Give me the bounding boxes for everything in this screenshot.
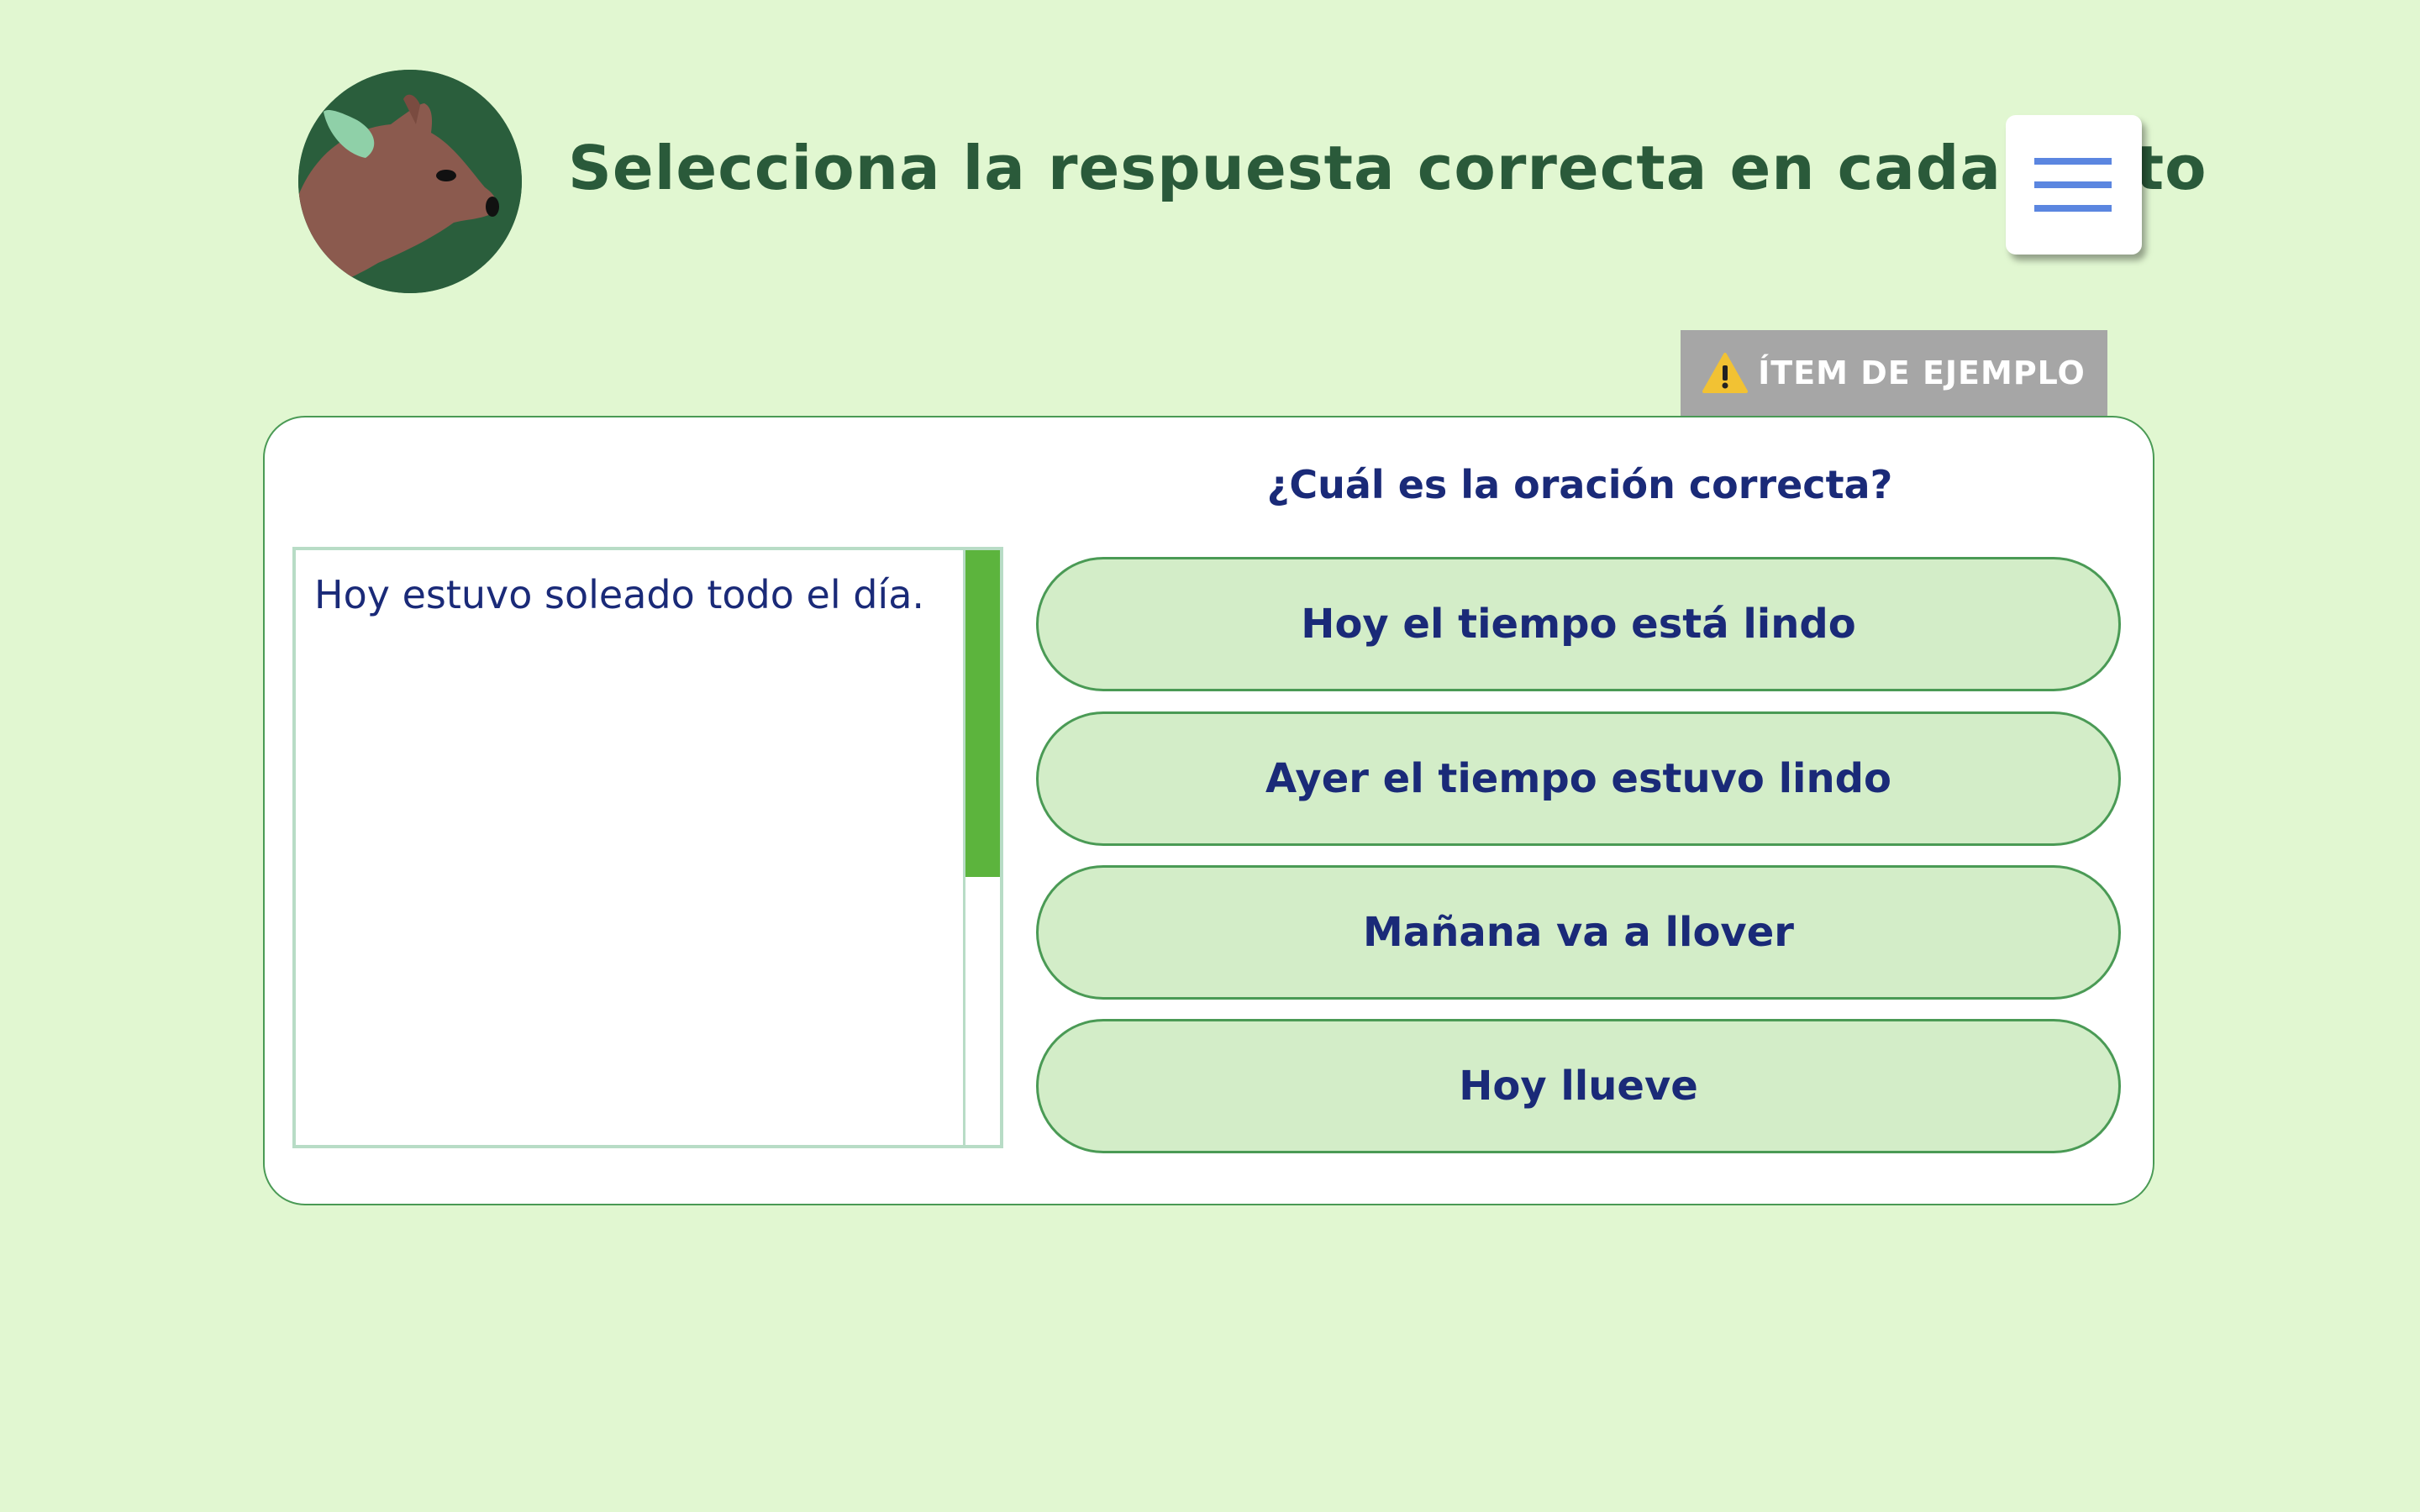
- passage-scrollbar[interactable]: [963, 550, 1000, 1145]
- answer-option-1[interactable]: Hoy el tiempo está lindo: [1036, 557, 2121, 691]
- page: Selecciona la respuesta correcta en cada…: [0, 0, 2420, 1512]
- answer-option-2[interactable]: Ayer el tiempo estuvo lindo: [1036, 711, 2121, 846]
- answer-option-4[interactable]: Hoy llueve: [1036, 1019, 2121, 1153]
- menu-button[interactable]: [2006, 115, 2142, 255]
- scrollbar-thumb[interactable]: [965, 550, 1000, 878]
- passage-panel[interactable]: Hoy estuvo soleado todo el día.: [292, 547, 1003, 1148]
- question-prompt: ¿Cuál es la oración correcta?: [1266, 462, 1893, 507]
- answer-option-3[interactable]: Mañana va a llover: [1036, 865, 2121, 1000]
- example-item-badge: ÍTEM DE EJEMPLO: [1681, 330, 2107, 416]
- warning-icon: [1702, 352, 1749, 394]
- badge-label: ÍTEM DE EJEMPLO: [1758, 354, 2086, 391]
- deer-avatar-icon: [298, 70, 522, 293]
- page-title: Selecciona la respuesta correcta en cada…: [568, 133, 2207, 203]
- passage-text: Hoy estuvo soleado todo el día.: [314, 572, 925, 617]
